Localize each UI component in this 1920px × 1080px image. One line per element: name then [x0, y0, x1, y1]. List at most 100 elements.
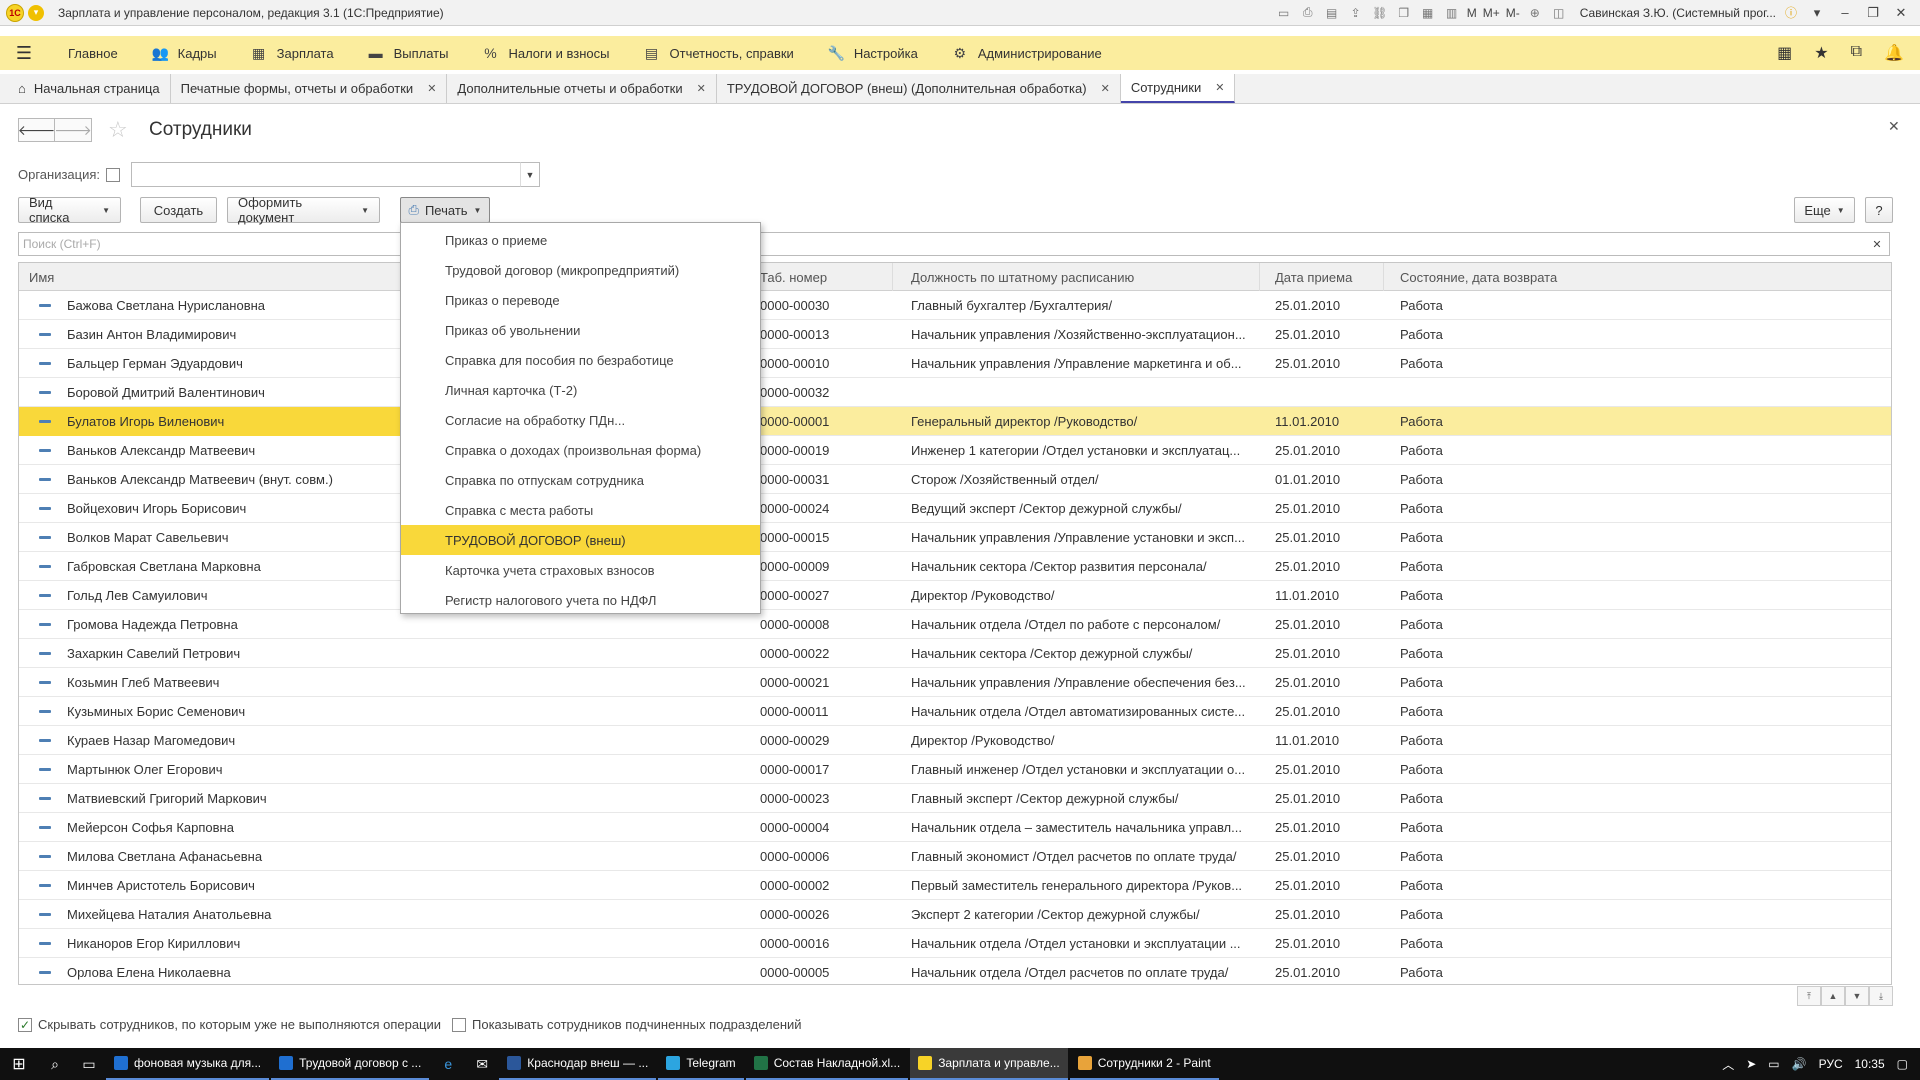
- table-row[interactable]: Боровой Дмитрий Валентинович 0000-00032: [19, 378, 1891, 407]
- print-icon[interactable]: ⎙: [1299, 4, 1317, 22]
- column-state-header[interactable]: Состояние, дата возврата: [1384, 263, 1891, 291]
- task-view-icon[interactable]: ▭: [72, 1048, 106, 1080]
- table-row[interactable]: Ваньков Александр Матвеевич (внут. совм.…: [19, 465, 1891, 494]
- tab-employees[interactable]: Сотрудники ✕: [1120, 74, 1236, 103]
- table-row[interactable]: Никаноров Егор Кириллович 0000-00016 Начал…: [19, 929, 1891, 958]
- menu-item-taxes[interactable]: % Налоги и взносы: [482, 45, 609, 61]
- taskbar-app[interactable]: Трудовой договор с ...: [271, 1048, 430, 1080]
- organization-field[interactable]: [131, 162, 521, 187]
- hide-inactive-checkbox[interactable]: ✓: [18, 1017, 32, 1032]
- clear-search-icon[interactable]: ✕: [1868, 235, 1886, 253]
- edge-browser-icon[interactable]: e: [431, 1048, 465, 1080]
- taskbar-app[interactable]: Сотрудники 2 - Paint: [1069, 1048, 1219, 1080]
- table-row[interactable]: Захаркин Савелий Петрович 0000-00022 Начал…: [19, 639, 1891, 668]
- tray-expand-icon[interactable]: ︿: [1722, 1056, 1734, 1073]
- scroll-top-icon[interactable]: ⤒: [1797, 986, 1821, 1006]
- memory-mplus-button[interactable]: M+: [1483, 6, 1500, 20]
- menu-item-salary[interactable]: ▦ Зарплата: [251, 45, 334, 62]
- search-icon[interactable]: ⌕: [38, 1048, 72, 1080]
- table-row[interactable]: Гольд Лев Самуилович 0000-00027 Директор /…: [19, 581, 1891, 610]
- copy-icon[interactable]: ❐: [1395, 4, 1413, 22]
- minimize-button[interactable]: –: [1834, 3, 1856, 23]
- view-list-button[interactable]: Вид списка ▼: [18, 195, 121, 225]
- back-arrow-icon[interactable]: 🡐: [18, 118, 55, 142]
- print-menu-item[interactable]: Согласие на обработку ПДн...: [401, 405, 760, 435]
- table-row[interactable]: Бажова Светлана Нурислановна 0000-00030 Гл…: [19, 291, 1891, 320]
- taskbar-app[interactable]: Telegram: [658, 1048, 744, 1080]
- table-row[interactable]: Бальцер Герман Эдуардович 0000-00010 Начал…: [19, 349, 1891, 378]
- table-row[interactable]: Матвиевский Григорий Маркович 0000-00023 Г…: [19, 784, 1891, 813]
- app-menu-dropdown-icon[interactable]: ▾: [28, 4, 44, 21]
- table-row[interactable]: Булатов Игорь Виленович 0000-00001 Генерал…: [19, 407, 1891, 436]
- column-tab-number-header[interactable]: Таб. номер: [760, 263, 893, 291]
- taskbar-app[interactable]: Зарплата и управле...: [910, 1048, 1068, 1080]
- taskbar-app[interactable]: фоновая музыка для...: [106, 1048, 270, 1080]
- link-icon[interactable]: ⛓: [1371, 4, 1389, 22]
- organization-filter-checkbox[interactable]: [106, 168, 120, 182]
- info-icon[interactable]: ⓘ: [1782, 4, 1800, 22]
- hide-inactive-option[interactable]: ✓ Скрывать сотрудников, по которым уже н…: [18, 1017, 441, 1032]
- notification-center-icon[interactable]: ▢: [1897, 1057, 1908, 1071]
- windows-start-icon[interactable]: ⊞: [0, 1048, 38, 1080]
- table-row[interactable]: Мартынюк Олег Егорович 0000-00017 Главный …: [19, 755, 1891, 784]
- table-row[interactable]: Козьмин Глеб Матвеевич 0000-00021 Начальни…: [19, 668, 1891, 697]
- menu-item-admin[interactable]: ⚙ Администрирование: [952, 45, 1102, 62]
- tab-additional-reports[interactable]: Дополнительные отчеты и обработки ✕: [447, 74, 717, 103]
- notifications-bell-icon[interactable]: 🔔: [1884, 43, 1904, 63]
- table-row[interactable]: Базин Антон Владимирович 0000-00013 Началь…: [19, 320, 1891, 349]
- calendar-icon[interactable]: ▦: [1419, 4, 1437, 22]
- menu-item-reports[interactable]: ▤ Отчетность, справки: [644, 45, 794, 62]
- clock[interactable]: 10:35: [1855, 1057, 1885, 1071]
- menu-item-hr[interactable]: 👥 Кадры: [152, 45, 217, 62]
- taskbar-app[interactable]: Состав Накладной.xl...: [745, 1048, 909, 1080]
- close-tab-icon[interactable]: ✕: [427, 82, 436, 95]
- mail-icon[interactable]: ✉: [465, 1048, 499, 1080]
- current-user[interactable]: Савинская З.Ю. (Системный прог...: [1580, 6, 1776, 20]
- calculator-small-icon[interactable]: ▥: [1443, 4, 1461, 22]
- table-row[interactable]: Кузьминых Борис Семенович 0000-00011 Начал…: [19, 697, 1891, 726]
- table-row[interactable]: Ваньков Александр Матвеевич 0000-00019 Инж…: [19, 436, 1891, 465]
- scroll-bottom-icon[interactable]: ⤓: [1869, 986, 1893, 1006]
- hamburger-menu-icon[interactable]: ☰: [6, 43, 42, 64]
- print-menu-item[interactable]: Справка о доходах (произвольная форма): [401, 435, 760, 465]
- close-tab-icon[interactable]: ✕: [1215, 81, 1224, 94]
- tab-print-forms[interactable]: Печатные формы, отчеты и обработки ✕: [171, 74, 448, 103]
- input-language[interactable]: РУС: [1819, 1057, 1843, 1071]
- close-tab-icon[interactable]: ✕: [697, 82, 706, 95]
- make-document-button[interactable]: Оформить документ ▼: [227, 195, 380, 225]
- telegram-tray-icon[interactable]: ➤: [1746, 1057, 1756, 1071]
- scroll-down-icon[interactable]: ▼: [1845, 986, 1869, 1006]
- create-button[interactable]: Создать: [140, 197, 217, 223]
- close-window-button[interactable]: ✕: [1890, 3, 1912, 23]
- table-row[interactable]: Милова Светлана Афанасьевна 0000-00006 Гла…: [19, 842, 1891, 871]
- print-button[interactable]: ⎙ Печать ▼: [400, 197, 490, 223]
- upload-icon[interactable]: ⇪: [1347, 4, 1365, 22]
- close-form-icon[interactable]: ✕: [1888, 118, 1900, 135]
- preview-icon[interactable]: ▤: [1323, 4, 1341, 22]
- save-icon[interactable]: ▭: [1275, 4, 1293, 22]
- show-subdivisions-option[interactable]: Показывать сотрудников подчиненных подра…: [452, 1017, 802, 1032]
- print-menu-item[interactable]: Трудовой договор (микропредприятий): [401, 255, 760, 285]
- table-row[interactable]: Орлова Елена Николаевна 0000-00005 Начальн…: [19, 958, 1891, 984]
- memory-m-button[interactable]: M: [1467, 6, 1477, 20]
- search-input[interactable]: Поиск (Ctrl+F): [18, 232, 1890, 256]
- print-menu-item[interactable]: Карточка учета страховых взносов: [401, 555, 760, 585]
- restore-button[interactable]: ❐: [1862, 3, 1884, 23]
- column-hire-date-header[interactable]: Дата приема: [1260, 263, 1384, 291]
- print-menu-item[interactable]: Личная карточка (Т-2): [401, 375, 760, 405]
- favorites-star-icon[interactable]: ★: [1814, 43, 1828, 63]
- print-menu-item[interactable]: Приказ об увольнении: [401, 315, 760, 345]
- table-row[interactable]: Минчев Аристотель Борисович 0000-00002 Пер…: [19, 871, 1891, 900]
- table-row[interactable]: Волков Марат Савельевич 0000-00015 Начальн…: [19, 523, 1891, 552]
- menu-item-settings[interactable]: 🔧 Настройка: [828, 45, 918, 62]
- table-row[interactable]: Мейерсон Софья Карповна 0000-00004 Начальн…: [19, 813, 1891, 842]
- volume-icon[interactable]: 🔊: [1792, 1057, 1807, 1071]
- organization-dropdown-icon[interactable]: ▼: [520, 162, 540, 187]
- scroll-up-icon[interactable]: ▲: [1821, 986, 1845, 1006]
- close-tab-icon[interactable]: ✕: [1101, 82, 1110, 95]
- table-row[interactable]: Громова Надежда Петровна 0000-00008 Началь…: [19, 610, 1891, 639]
- print-menu-item[interactable]: Справка для пособия по безработице: [401, 345, 760, 375]
- memory-mminus-button[interactable]: M-: [1506, 6, 1520, 20]
- table-row[interactable]: Габровская Светлана Марковна 0000-00009 На…: [19, 552, 1891, 581]
- table-row[interactable]: Войцехович Игорь Борисович 0000-00024 Веду…: [19, 494, 1891, 523]
